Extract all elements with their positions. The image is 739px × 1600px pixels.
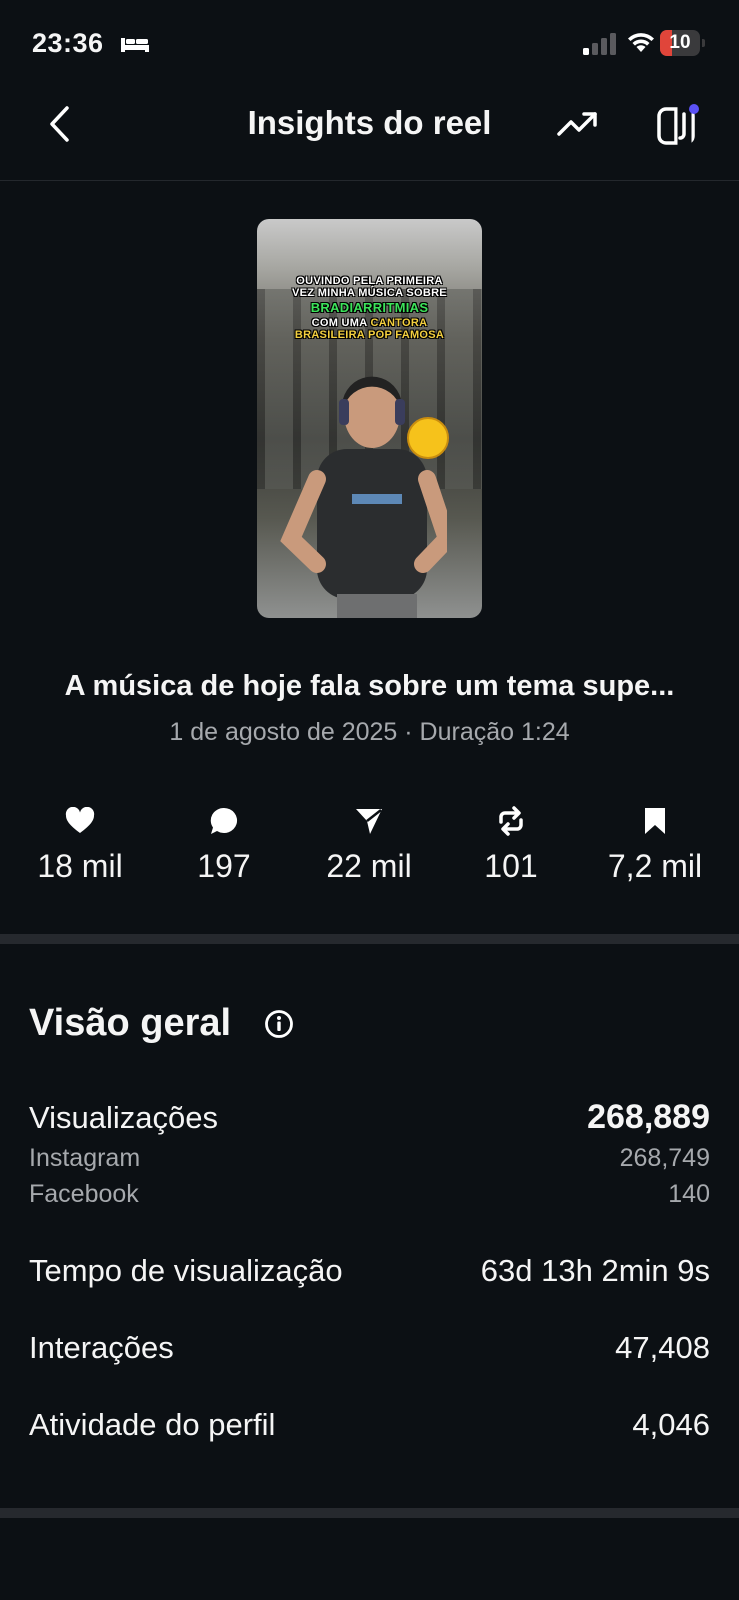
facebook-value: 140 — [668, 1180, 710, 1208]
interactions-value: 47,408 — [615, 1330, 710, 1365]
trending-icon[interactable] — [556, 106, 600, 142]
profile-activity-label[interactable]: Atividade do perfil — [29, 1407, 275, 1443]
stat-value: 101 — [484, 848, 538, 884]
battery-percent: 10 — [669, 32, 691, 53]
stat-saves: 7,2 mil — [590, 806, 720, 885]
stat-value: 18 mil — [37, 848, 123, 884]
section-divider — [0, 934, 739, 944]
watch-time-label: Tempo de visualização — [29, 1253, 343, 1288]
caption-line: BRASILEIRA POP FAMOSA — [294, 329, 445, 341]
emoji-sticker — [407, 417, 449, 459]
info-icon[interactable] — [264, 1009, 294, 1039]
caption-text: CANTORA — [370, 317, 428, 329]
caption-line: COM UMA CANTORA — [257, 317, 482, 329]
stat-reposts: 101 — [446, 806, 576, 885]
page-title: Insights do reel — [247, 104, 492, 141]
stat-shares: 22 mil — [304, 806, 434, 885]
comment-icon — [210, 807, 238, 834]
share-icon — [356, 809, 382, 834]
stat-value: 197 — [197, 848, 251, 884]
cellular-signal-icon — [583, 33, 616, 55]
reel-thumbnail[interactable]: OUVINDO PELA PRIMEIRA VEZ MINHA MÚSICA S… — [257, 219, 482, 618]
battery-indicator: 10 — [660, 30, 706, 56]
bed-icon — [121, 38, 149, 52]
reel-date-duration: 1 de agosto de 2025 · Duração 1:24 — [169, 718, 570, 746]
repost-icon — [499, 806, 523, 836]
caption-highlight: BRADIARRITMIAS — [310, 300, 429, 315]
views-label: Visualizações — [29, 1100, 218, 1135]
instagram-value: 268,749 — [619, 1144, 710, 1172]
section-divider — [0, 1508, 739, 1518]
stat-value: 7,2 mil — [607, 848, 703, 884]
views-value: 268,889 — [587, 1098, 710, 1136]
stat-comments: 197 — [159, 806, 289, 885]
side-panel-icon[interactable] — [654, 100, 702, 148]
instagram-label: Instagram — [29, 1144, 141, 1172]
bookmark-icon — [645, 808, 665, 834]
overview-title: Visão geral — [29, 1002, 232, 1044]
caption-line: VEZ MINHA MÚSICA SOBRE — [292, 287, 447, 299]
interactions-label[interactable]: Interações — [29, 1330, 174, 1366]
wifi-icon — [628, 33, 654, 52]
watch-time-value: 63d 13h 2min 9s — [480, 1253, 710, 1288]
facebook-label: Facebook — [29, 1180, 139, 1208]
caption-line: OUVINDO PELA PRIMEIRA — [296, 275, 443, 287]
heart-icon — [65, 807, 95, 833]
profile-activity-value: 4,046 — [632, 1407, 710, 1442]
status-time: 23:36 — [32, 28, 104, 58]
person-illustration — [280, 376, 447, 618]
stat-likes: 18 mil — [15, 806, 145, 885]
reel-caption: A música de hoje fala sobre um tema supe… — [64, 670, 675, 702]
caption-text: COM UMA — [311, 317, 371, 329]
stat-value: 22 mil — [326, 848, 412, 884]
thumbnail-caption: OUVINDO PELA PRIMEIRA VEZ MINHA MÚSICA S… — [257, 275, 482, 341]
